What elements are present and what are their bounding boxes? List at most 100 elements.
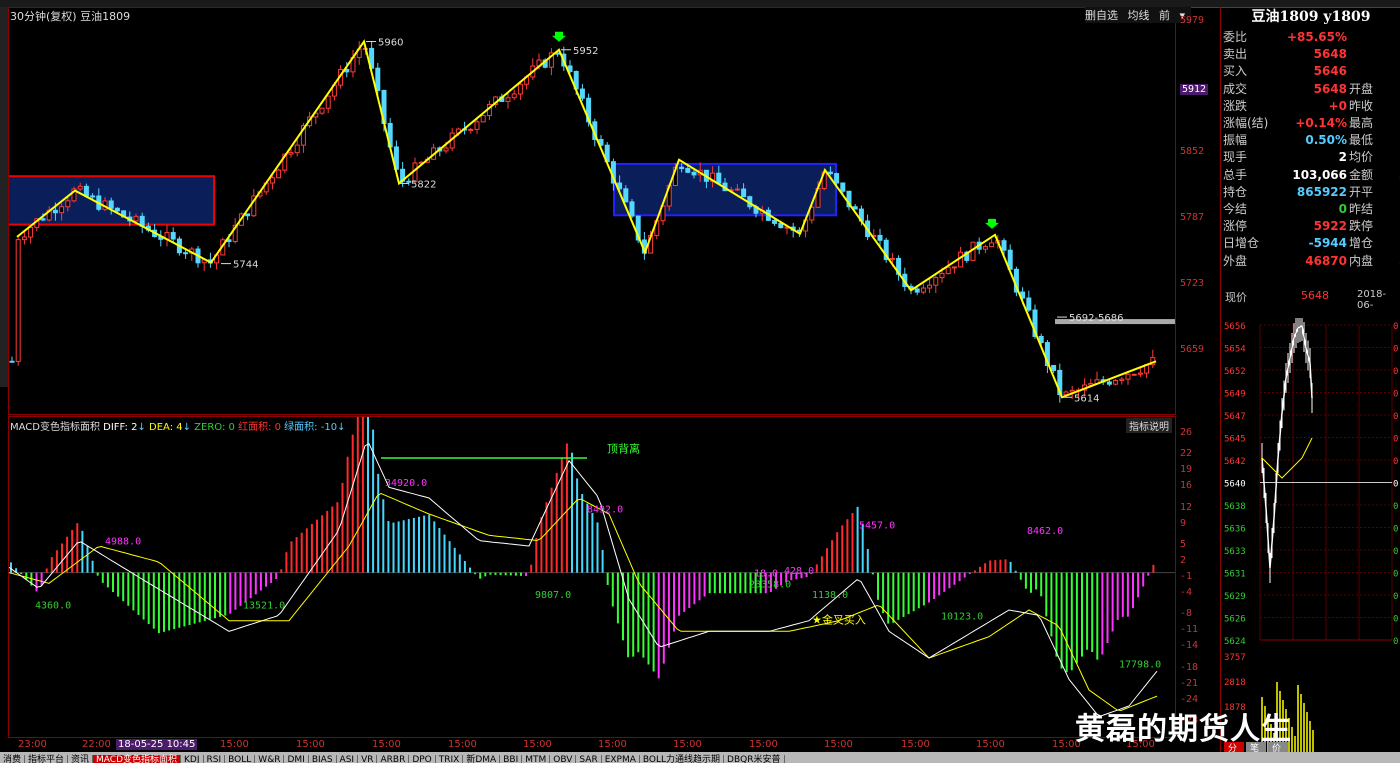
- macd-tick-label: -24: [1180, 693, 1199, 705]
- candle-body: [59, 206, 65, 214]
- quote-row: 涨跌 +0 昨收: [1223, 98, 1399, 115]
- quote-value: 5646: [1313, 64, 1347, 79]
- quote-label-2: 跌停: [1349, 219, 1374, 234]
- candle-body: [9, 360, 15, 363]
- candle-body: [933, 277, 939, 286]
- candle-body: [505, 97, 511, 103]
- quote-label: 涨停: [1223, 219, 1248, 234]
- area-value-label: 4360.0: [35, 601, 71, 612]
- indicator-tab[interactable]: 新DMA: [463, 755, 501, 763]
- chart-title: 30分钟(复权) 豆油1809: [10, 8, 130, 24]
- quote-row: 日增仓 -5944 增仓: [1223, 235, 1399, 252]
- time-axis: 23:00 22:00 18-05-25 10:45 15:00 15:00 15:00 1…: [8, 738, 1176, 752]
- indicator-tab[interactable]: KDJ: [181, 755, 204, 763]
- indicator-tab[interactable]: MACD变色指标面积: [93, 755, 182, 763]
- price-annotation-label: 5744: [233, 260, 258, 271]
- candle-body: [1051, 364, 1057, 371]
- indicator-tab[interactable]: DPO: [409, 755, 436, 763]
- quote-row: 买入 5646: [1223, 63, 1399, 80]
- candle-body: [170, 232, 176, 240]
- mini-price-tick: 5652: [1224, 367, 1246, 377]
- candle-body: [90, 195, 96, 198]
- indicator-tab[interactable]: BBI: [500, 755, 523, 763]
- indicator-tab[interactable]: BOLL: [225, 755, 256, 763]
- quote-label-2: 昨收: [1349, 98, 1374, 113]
- mini-price-tick: 5624: [1224, 637, 1246, 647]
- quote-label: 现手: [1223, 150, 1248, 165]
- candle-body: [1026, 297, 1032, 311]
- time-axis-label: 15:00: [749, 739, 778, 750]
- quote-label: 卖出: [1223, 47, 1248, 62]
- quote-label: 成交: [1223, 81, 1248, 96]
- time-axis-label: 22:00: [82, 739, 111, 750]
- area-value-label: 17798.0: [1119, 659, 1161, 670]
- price-tick-label: 5787: [1180, 212, 1205, 224]
- candle-body: [685, 168, 691, 173]
- quote-label-2: 内盘: [1349, 253, 1374, 268]
- moving-average-button[interactable]: 均线: [1128, 9, 1150, 22]
- indicator-tab[interactable]: BOLL力通线趋示期: [640, 755, 725, 763]
- price-annotation-label: 5822: [411, 179, 436, 190]
- indicator-tab[interactable]: 资讯: [68, 755, 94, 763]
- indicator-tab[interactable]: TRIX: [436, 755, 464, 763]
- quote-label-2: 最低: [1349, 133, 1374, 148]
- indicator-tab[interactable]: BIAS: [309, 755, 337, 763]
- macd-tick-label: 12: [1180, 501, 1193, 513]
- price-tick-label: 5659: [1180, 344, 1205, 355]
- candle-body: [288, 152, 294, 155]
- quote-value: 103,066: [1292, 167, 1347, 182]
- indicator-tab[interactable]: 指标平台: [25, 755, 69, 763]
- quote-label: 委比: [1223, 30, 1248, 44]
- mini-price-tick: 5647: [1224, 412, 1246, 422]
- candle-body: [114, 207, 120, 212]
- candle-body: [1069, 389, 1075, 393]
- mini-price-tick: 5631: [1224, 570, 1246, 580]
- indicator-tab[interactable]: SAR: [576, 755, 602, 763]
- mini-pct-tick: 0.: [1393, 480, 1400, 490]
- mini-price-tick: 5636: [1224, 525, 1246, 535]
- mini-pct-tick: 0.: [1393, 637, 1400, 647]
- intraday-mini-chart[interactable]: 5656 0. 5654 0. 5652 0. 5649 0. 5647 0. 5645 0. 5642…: [1222, 311, 1400, 754]
- indicator-tab[interactable]: W&R: [255, 755, 285, 763]
- candle-body: [83, 185, 89, 197]
- mini-chart-svg: 5656 0. 5654 0. 5652 0. 5649 0. 5647 0. 5645 0. 5642…: [1222, 311, 1400, 754]
- candle-body: [1106, 381, 1112, 385]
- golden-cross-label: ★金叉买入: [812, 612, 866, 626]
- mini-pct-tick: 0.: [1393, 592, 1400, 602]
- restore-button[interactable]: 前: [1159, 9, 1170, 22]
- indicator-tab[interactable]: DMI: [284, 755, 309, 763]
- indicator-tab[interactable]: DBQR米安普: [724, 755, 785, 763]
- macd-indicator-panel[interactable]: 顶背离 4988.0 4360.0 13521.0 34920.0 8492.0 9807.…: [8, 385, 1176, 738]
- candle-body: [245, 213, 251, 217]
- quote-value: 0.50%: [1305, 133, 1347, 148]
- quote-label: 今结: [1223, 202, 1248, 216]
- candlestick-chart-panel[interactable]: 5960 5952 5822 5744 5692-5686 5614: [0, 7, 1176, 415]
- indicator-tab[interactable]: MTM: [522, 755, 551, 763]
- remove-favorite-button[interactable]: 删自选: [1085, 9, 1118, 22]
- macd-tick-label: -8: [1180, 608, 1193, 620]
- mini-pct-tick: 0.: [1393, 345, 1400, 355]
- indicator-tab[interactable]: OBV: [550, 755, 577, 763]
- indicator-help-button[interactable]: 指标说明: [1126, 418, 1172, 433]
- indicator-tab[interactable]: ASI: [337, 755, 359, 763]
- area-value-label: 8462.0: [1027, 526, 1063, 537]
- macd-tick-label: 19: [1180, 464, 1193, 476]
- quote-label-2: 昨结: [1349, 202, 1374, 216]
- mini-pct-tick: 0.: [1393, 525, 1400, 535]
- quote-row: 卖出 5648: [1223, 46, 1399, 63]
- quote-label-2: 增仓: [1349, 236, 1374, 251]
- candle-body: [319, 107, 325, 114]
- candle-body: [989, 242, 995, 248]
- mini-pct-tick: 0.: [1393, 322, 1400, 332]
- indicator-tab[interactable]: ARBR: [377, 755, 410, 763]
- mini-pct-tick: 0.: [1393, 457, 1400, 467]
- indicator-tab[interactable]: 消费: [0, 755, 26, 763]
- mini-pct-tick: 0.: [1393, 390, 1400, 400]
- mini-volume-tick: 2818: [1224, 678, 1246, 688]
- quote-value: +0: [1328, 98, 1347, 113]
- mini-price-tick: 5656: [1224, 322, 1246, 332]
- candle-body: [945, 266, 951, 275]
- indicator-tab[interactable]: VR: [358, 755, 378, 763]
- indicator-tab[interactable]: EXPMA: [602, 755, 640, 763]
- indicator-tab[interactable]: RSI: [204, 755, 226, 763]
